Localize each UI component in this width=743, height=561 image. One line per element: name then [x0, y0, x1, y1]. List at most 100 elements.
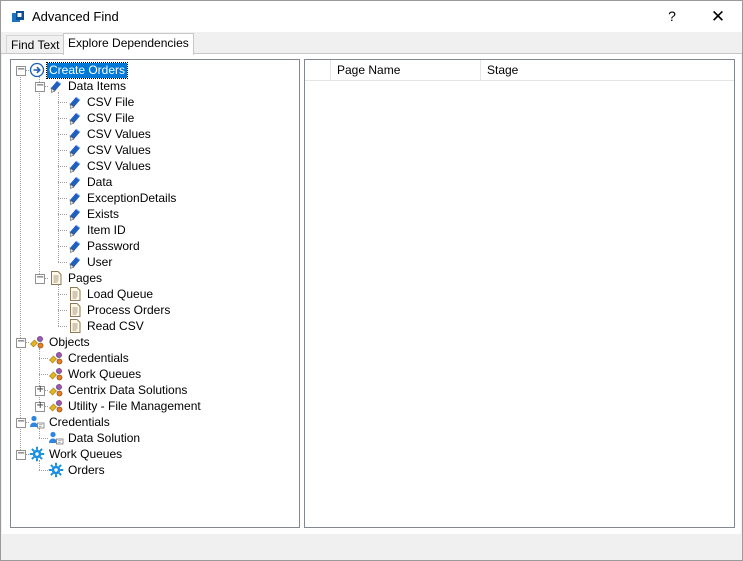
plus-icon: + [36, 384, 45, 395]
page-icon [67, 318, 83, 334]
tree-connector-line [39, 470, 48, 471]
list-header: Page Name Stage [305, 60, 734, 81]
data-item-icon [67, 190, 83, 206]
gear-icon [29, 446, 45, 462]
data-item-icon [48, 78, 64, 94]
tree-node-label[interactable]: Centrix Data Solutions [66, 383, 189, 398]
collapse-toggle[interactable]: − [35, 80, 45, 92]
plus-icon: + [36, 400, 45, 411]
credential-icon [29, 414, 45, 430]
tree-connector-line [58, 134, 67, 135]
tree-node-label[interactable]: Read CSV [85, 319, 146, 334]
collapse-toggle[interactable]: − [35, 272, 45, 284]
tree-node-label[interactable]: Item ID [85, 223, 128, 238]
data-item-icon [67, 110, 83, 126]
page-icon [48, 270, 64, 286]
data-item-icon [67, 254, 83, 270]
dependency-tree[interactable]: − Create Orders − Data Items CSV File CSV Fil… [10, 59, 300, 528]
status-bar [2, 536, 741, 558]
tree-connector-line [58, 214, 67, 215]
tree-node-label[interactable]: Objects [47, 335, 92, 350]
tree-connector-line [58, 294, 67, 295]
minus-icon: − [17, 336, 26, 347]
tree-connector-line [58, 118, 67, 119]
tree-connector-line [58, 246, 67, 247]
minus-icon: − [36, 80, 45, 91]
data-item-icon [67, 174, 83, 190]
expand-toggle[interactable]: + [35, 400, 45, 412]
tree-connector-line [58, 166, 67, 167]
object-icon [48, 398, 64, 414]
tree-connector-line [58, 102, 67, 103]
tree-connector-line [58, 198, 67, 199]
page-icon [67, 286, 83, 302]
tree-connector-line [39, 374, 48, 375]
tree-node-label[interactable]: Utility - File Management [66, 399, 203, 414]
column-header-page-name[interactable]: Page Name [331, 60, 481, 80]
tree-node-label[interactable]: CSV Values [85, 159, 153, 174]
collapse-toggle[interactable]: − [16, 336, 26, 348]
window-title: Advanced Find [32, 9, 119, 24]
tree-node-label[interactable]: Credentials [47, 415, 112, 430]
tree-node-label[interactable]: Data Items [66, 79, 128, 94]
minus-icon: − [36, 272, 45, 283]
tree-node-label[interactable]: Data Solution [66, 431, 142, 446]
tree-node-label[interactable]: Credentials [66, 351, 131, 366]
minus-icon: − [17, 416, 26, 427]
data-item-icon [67, 142, 83, 158]
expand-toggle[interactable]: + [35, 384, 45, 396]
tree-canvas: − Create Orders − Data Items CSV File CSV Fil… [11, 60, 299, 527]
tab-explore-dependencies[interactable]: Explore Dependencies [63, 33, 194, 55]
gear-icon [48, 462, 64, 478]
tree-node-label[interactable]: CSV File [85, 111, 136, 126]
tree-node-label[interactable]: Work Queues [47, 447, 124, 462]
tree-connector-line [58, 150, 67, 151]
object-icon [29, 334, 45, 350]
tree-connector-line [58, 284, 59, 326]
tree-node-label[interactable]: CSV Values [85, 143, 153, 158]
tree-node-label[interactable]: CSV Values [85, 127, 153, 142]
tree-node-label[interactable]: Password [85, 239, 142, 254]
data-item-icon [67, 206, 83, 222]
object-icon [48, 382, 64, 398]
tree-node-label[interactable]: Work Queues [66, 367, 143, 382]
tree-connector-line [20, 70, 21, 454]
tree-node-label[interactable]: CSV File [85, 95, 136, 110]
collapse-toggle[interactable]: − [16, 64, 26, 76]
close-button[interactable]: ✕ [699, 1, 737, 32]
tree-connector-line [39, 438, 48, 439]
page-icon [67, 302, 83, 318]
tree-connector-line [39, 358, 48, 359]
tree-node-label[interactable]: Orders [66, 463, 107, 478]
help-button[interactable]: ? [656, 1, 688, 32]
tree-connector-line [39, 76, 40, 278]
column-header-blank[interactable] [305, 60, 331, 80]
title-bar[interactable]: Advanced Find ? ✕ [1, 1, 742, 32]
data-item-icon [67, 158, 83, 174]
tree-connector-line [58, 182, 67, 183]
tree-node-label[interactable]: User [85, 255, 114, 270]
tree-node-label[interactable]: Load Queue [85, 287, 155, 302]
process-icon [29, 62, 45, 78]
tree-connector-line [58, 230, 67, 231]
tree-node-label[interactable]: ExceptionDetails [85, 191, 178, 206]
tree-node-label[interactable]: Create Orders [45, 62, 129, 79]
dependency-list[interactable]: Page Name Stage [304, 59, 735, 528]
minus-icon: − [17, 448, 26, 459]
tree-node-label[interactable]: Exists [85, 207, 121, 222]
tab-find-text[interactable]: Find Text [6, 35, 65, 54]
column-header-stage[interactable]: Stage [481, 60, 734, 80]
collapse-toggle[interactable]: − [16, 416, 26, 428]
tab-strip: Find Text Explore Dependencies [1, 32, 742, 55]
tree-node-label[interactable]: Data [85, 175, 114, 190]
data-item-icon [67, 94, 83, 110]
explore-dependencies-panel: − Create Orders − Data Items CSV File CSV Fil… [2, 54, 741, 534]
collapse-toggle[interactable]: − [16, 448, 26, 460]
tree-node-label[interactable]: Process Orders [85, 303, 172, 318]
tree-connector-line [58, 326, 67, 327]
tree-node-label[interactable]: Pages [66, 271, 104, 286]
advanced-find-window: Advanced Find ? ✕ Find Text Explore Depe… [0, 0, 743, 561]
credential-icon [48, 430, 64, 446]
data-item-icon [67, 126, 83, 142]
app-logo-icon [12, 11, 24, 22]
